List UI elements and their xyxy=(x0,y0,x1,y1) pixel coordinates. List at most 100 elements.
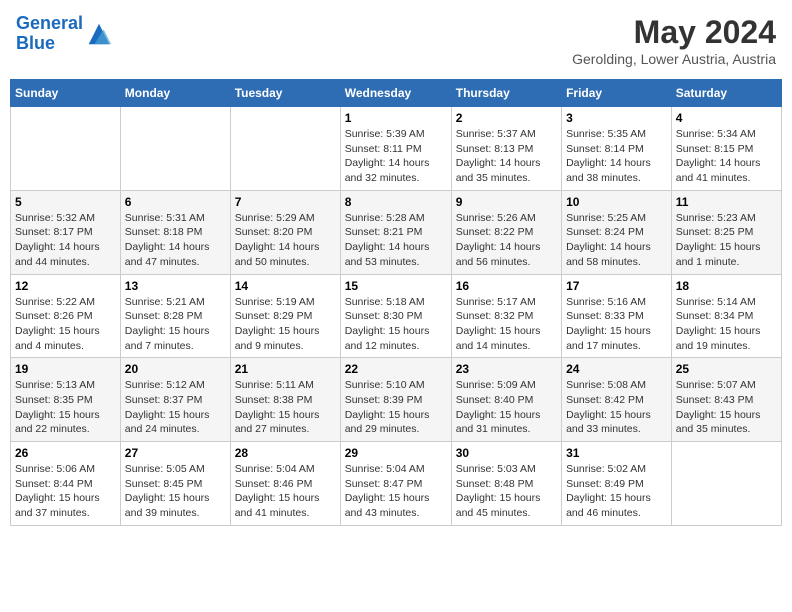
day-cell: 30 Sunrise: 5:03 AMSunset: 8:48 PMDayligh… xyxy=(451,442,561,526)
day-number: 30 xyxy=(456,446,557,460)
week-row-3: 12 Sunrise: 5:22 AMSunset: 8:26 PMDayligh… xyxy=(11,274,782,358)
day-info: Sunrise: 5:04 AMSunset: 8:47 PMDaylight:… xyxy=(345,462,447,521)
day-cell: 23 Sunrise: 5:09 AMSunset: 8:40 PMDayligh… xyxy=(451,358,561,442)
day-info: Sunrise: 5:19 AMSunset: 8:29 PMDaylight:… xyxy=(235,295,336,354)
col-header-wednesday: Wednesday xyxy=(340,80,451,107)
day-info: Sunrise: 5:04 AMSunset: 8:46 PMDaylight:… xyxy=(235,462,336,521)
day-number: 13 xyxy=(125,279,226,293)
day-info: Sunrise: 5:22 AMSunset: 8:26 PMDaylight:… xyxy=(15,295,116,354)
day-number: 14 xyxy=(235,279,336,293)
day-number: 26 xyxy=(15,446,116,460)
day-number: 11 xyxy=(676,195,777,209)
day-cell xyxy=(11,107,121,191)
day-info: Sunrise: 5:32 AMSunset: 8:17 PMDaylight:… xyxy=(15,211,116,270)
day-cell: 31Sunrise: 5:02 AMSunset: 8:49 PMDayligh… xyxy=(562,442,672,526)
day-cell: 10Sunrise: 5:25 AMSunset: 8:24 PMDayligh… xyxy=(562,190,672,274)
day-number: 19 xyxy=(15,362,116,376)
month-year-title: May 2024 xyxy=(572,14,776,51)
logo-text: General Blue xyxy=(16,14,83,54)
week-row-1: 1 Sunrise: 5:39 AMSunset: 8:11 PMDaylight… xyxy=(11,107,782,191)
day-cell: 9 Sunrise: 5:26 AMSunset: 8:22 PMDaylight… xyxy=(451,190,561,274)
day-number: 29 xyxy=(345,446,447,460)
day-number: 17 xyxy=(566,279,667,293)
day-cell: 29 Sunrise: 5:04 AMSunset: 8:47 PMDayligh… xyxy=(340,442,451,526)
day-info: Sunrise: 5:31 AMSunset: 8:18 PMDaylight:… xyxy=(125,211,226,270)
day-info: Sunrise: 5:39 AMSunset: 8:11 PMDaylight:… xyxy=(345,127,447,186)
week-row-5: 26 Sunrise: 5:06 AMSunset: 8:44 PMDayligh… xyxy=(11,442,782,526)
day-cell: 22 Sunrise: 5:10 AMSunset: 8:39 PMDayligh… xyxy=(340,358,451,442)
day-cell: 28 Sunrise: 5:04 AMSunset: 8:46 PMDayligh… xyxy=(230,442,340,526)
day-info: Sunrise: 5:17 AMSunset: 8:32 PMDaylight:… xyxy=(456,295,557,354)
page-header: General Blue May 2024 Gerolding, Lower A… xyxy=(10,10,782,71)
location-label: Gerolding, Lower Austria, Austria xyxy=(572,51,776,67)
day-number: 2 xyxy=(456,111,557,125)
col-header-tuesday: Tuesday xyxy=(230,80,340,107)
logo: General Blue xyxy=(16,14,113,54)
day-info: Sunrise: 5:13 AMSunset: 8:35 PMDaylight:… xyxy=(15,378,116,437)
day-cell: 25Sunrise: 5:07 AMSunset: 8:43 PMDayligh… xyxy=(671,358,781,442)
day-cell: 3 Sunrise: 5:35 AMSunset: 8:14 PMDaylight… xyxy=(562,107,672,191)
day-cell: 17 Sunrise: 5:16 AMSunset: 8:33 PMDayligh… xyxy=(562,274,672,358)
day-info: Sunrise: 5:11 AMSunset: 8:38 PMDaylight:… xyxy=(235,378,336,437)
day-number: 6 xyxy=(125,195,226,209)
day-info: Sunrise: 5:06 AMSunset: 8:44 PMDaylight:… xyxy=(15,462,116,521)
day-info: Sunrise: 5:02 AMSunset: 8:49 PMDaylight:… xyxy=(566,462,667,521)
day-info: Sunrise: 5:34 AMSunset: 8:15 PMDaylight:… xyxy=(676,127,777,186)
calendar-header-row: SundayMondayTuesdayWednesdayThursdayFrid… xyxy=(11,80,782,107)
day-cell: 27 Sunrise: 5:05 AMSunset: 8:45 PMDayligh… xyxy=(120,442,230,526)
day-info: Sunrise: 5:16 AMSunset: 8:33 PMDaylight:… xyxy=(566,295,667,354)
day-number: 25 xyxy=(676,362,777,376)
day-number: 27 xyxy=(125,446,226,460)
day-info: Sunrise: 5:37 AMSunset: 8:13 PMDaylight:… xyxy=(456,127,557,186)
logo-icon xyxy=(85,20,113,48)
day-number: 5 xyxy=(15,195,116,209)
day-info: Sunrise: 5:21 AMSunset: 8:28 PMDaylight:… xyxy=(125,295,226,354)
week-row-2: 5 Sunrise: 5:32 AMSunset: 8:17 PMDaylight… xyxy=(11,190,782,274)
day-info: Sunrise: 5:05 AMSunset: 8:45 PMDaylight:… xyxy=(125,462,226,521)
day-cell: 8Sunrise: 5:28 AMSunset: 8:21 PMDaylight… xyxy=(340,190,451,274)
day-number: 20 xyxy=(125,362,226,376)
day-number: 28 xyxy=(235,446,336,460)
day-cell: 6 Sunrise: 5:31 AMSunset: 8:18 PMDaylight… xyxy=(120,190,230,274)
day-cell xyxy=(671,442,781,526)
day-number: 12 xyxy=(15,279,116,293)
day-info: Sunrise: 5:25 AMSunset: 8:24 PMDaylight:… xyxy=(566,211,667,270)
col-header-friday: Friday xyxy=(562,80,672,107)
day-info: Sunrise: 5:18 AMSunset: 8:30 PMDaylight:… xyxy=(345,295,447,354)
day-info: Sunrise: 5:03 AMSunset: 8:48 PMDaylight:… xyxy=(456,462,557,521)
day-cell: 7 Sunrise: 5:29 AMSunset: 8:20 PMDaylight… xyxy=(230,190,340,274)
day-number: 9 xyxy=(456,195,557,209)
day-number: 18 xyxy=(676,279,777,293)
day-info: Sunrise: 5:14 AMSunset: 8:34 PMDaylight:… xyxy=(676,295,777,354)
day-number: 23 xyxy=(456,362,557,376)
day-cell: 24Sunrise: 5:08 AMSunset: 8:42 PMDayligh… xyxy=(562,358,672,442)
day-cell: 14 Sunrise: 5:19 AMSunset: 8:29 PMDayligh… xyxy=(230,274,340,358)
day-info: Sunrise: 5:23 AMSunset: 8:25 PMDaylight:… xyxy=(676,211,777,270)
day-cell: 15 Sunrise: 5:18 AMSunset: 8:30 PMDayligh… xyxy=(340,274,451,358)
day-cell: 4Sunrise: 5:34 AMSunset: 8:15 PMDaylight… xyxy=(671,107,781,191)
day-cell: 2 Sunrise: 5:37 AMSunset: 8:13 PMDaylight… xyxy=(451,107,561,191)
day-cell xyxy=(120,107,230,191)
day-number: 15 xyxy=(345,279,447,293)
col-header-sunday: Sunday xyxy=(11,80,121,107)
day-number: 16 xyxy=(456,279,557,293)
day-number: 3 xyxy=(566,111,667,125)
day-number: 22 xyxy=(345,362,447,376)
col-header-monday: Monday xyxy=(120,80,230,107)
day-info: Sunrise: 5:12 AMSunset: 8:37 PMDaylight:… xyxy=(125,378,226,437)
day-info: Sunrise: 5:35 AMSunset: 8:14 PMDaylight:… xyxy=(566,127,667,186)
day-info: Sunrise: 5:08 AMSunset: 8:42 PMDaylight:… xyxy=(566,378,667,437)
day-cell: 26 Sunrise: 5:06 AMSunset: 8:44 PMDayligh… xyxy=(11,442,121,526)
day-info: Sunrise: 5:26 AMSunset: 8:22 PMDaylight:… xyxy=(456,211,557,270)
day-info: Sunrise: 5:29 AMSunset: 8:20 PMDaylight:… xyxy=(235,211,336,270)
day-number: 1 xyxy=(345,111,447,125)
day-info: Sunrise: 5:09 AMSunset: 8:40 PMDaylight:… xyxy=(456,378,557,437)
day-number: 7 xyxy=(235,195,336,209)
col-header-thursday: Thursday xyxy=(451,80,561,107)
day-cell: 11 Sunrise: 5:23 AMSunset: 8:25 PMDayligh… xyxy=(671,190,781,274)
day-cell: 13 Sunrise: 5:21 AMSunset: 8:28 PMDayligh… xyxy=(120,274,230,358)
title-block: May 2024 Gerolding, Lower Austria, Austr… xyxy=(572,14,776,67)
day-number: 21 xyxy=(235,362,336,376)
day-cell: 1 Sunrise: 5:39 AMSunset: 8:11 PMDaylight… xyxy=(340,107,451,191)
day-info: Sunrise: 5:10 AMSunset: 8:39 PMDaylight:… xyxy=(345,378,447,437)
